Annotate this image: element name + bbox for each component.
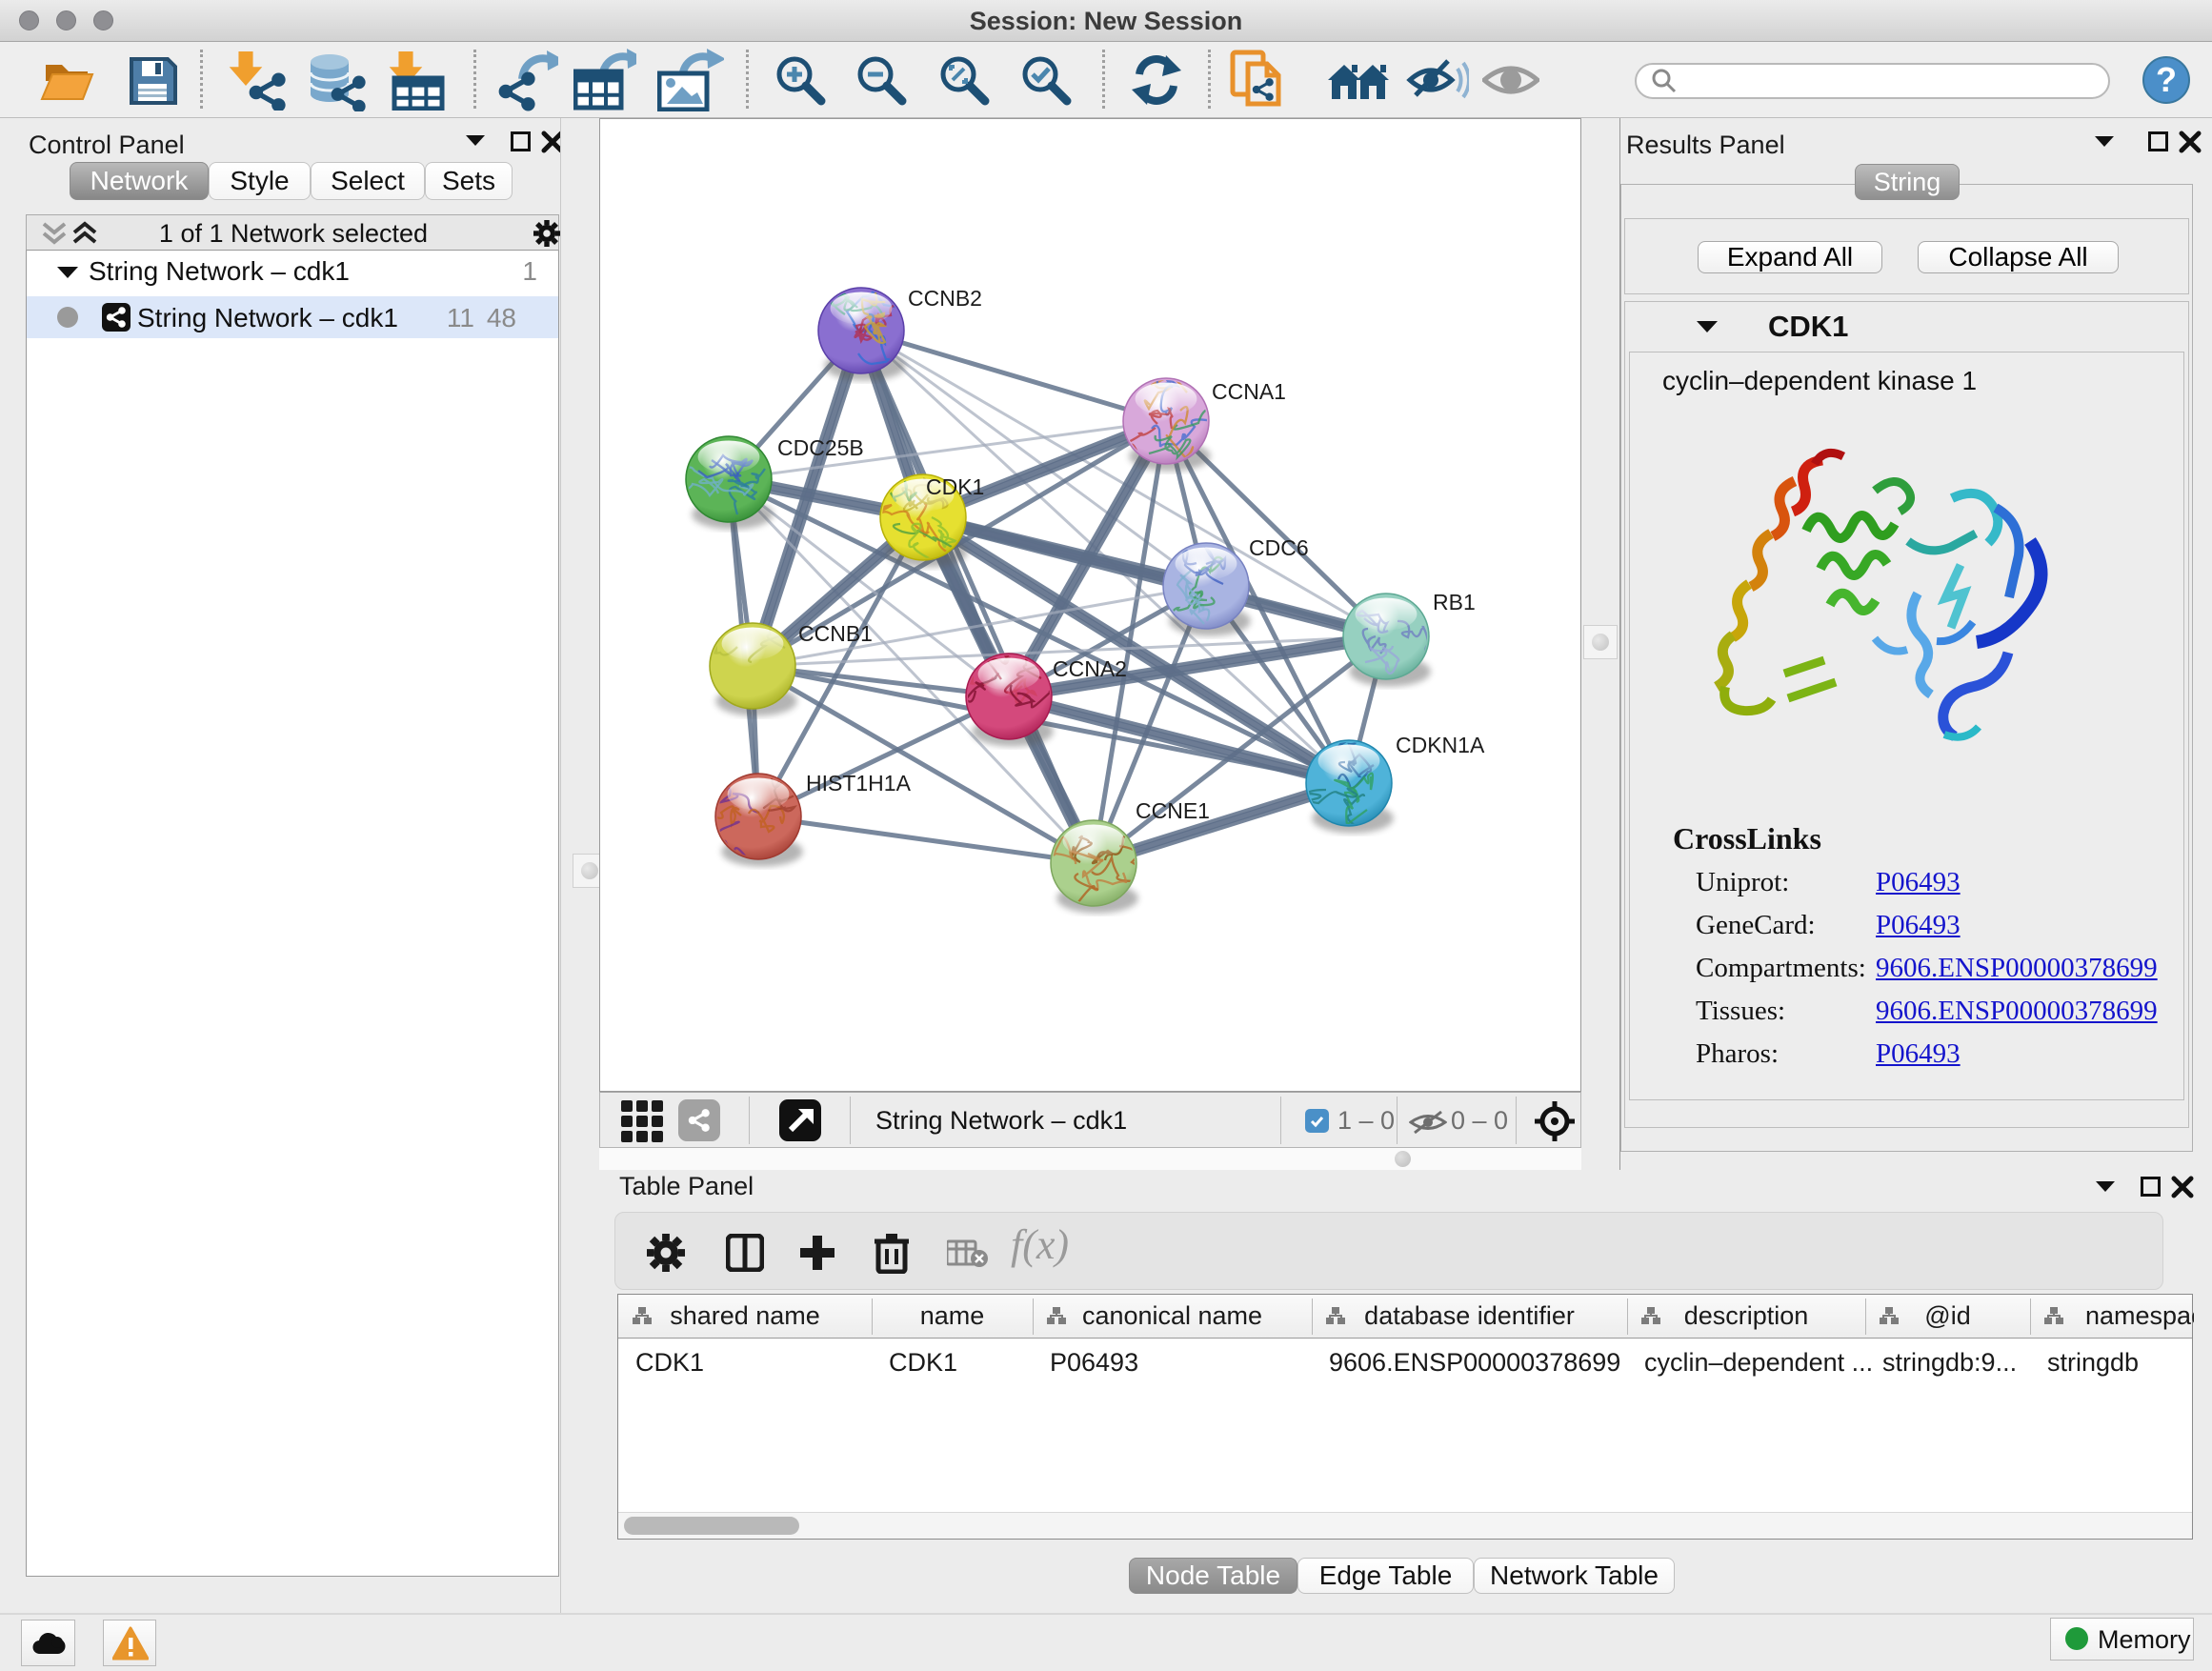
- svg-text:CDC6: CDC6: [1249, 535, 1309, 560]
- svg-text:CCNB2: CCNB2: [908, 286, 982, 311]
- svg-text:CDK1: CDK1: [926, 474, 984, 499]
- svg-text:CCNA1: CCNA1: [1212, 379, 1286, 404]
- svg-text:CDC25B: CDC25B: [777, 435, 864, 460]
- svg-text:RB1: RB1: [1433, 590, 1476, 614]
- svg-text:CDKN1A: CDKN1A: [1396, 733, 1485, 757]
- svg-text:CCNE1: CCNE1: [1136, 798, 1210, 823]
- svg-text:CCNA2: CCNA2: [1053, 656, 1127, 681]
- svg-text:HIST1H1A: HIST1H1A: [806, 771, 912, 795]
- svg-text:CCNB1: CCNB1: [798, 621, 873, 646]
